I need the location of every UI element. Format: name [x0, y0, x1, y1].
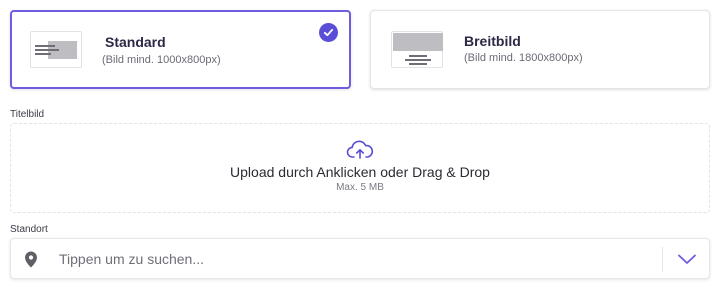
location-search-input[interactable] [59, 247, 649, 271]
format-option-standard[interactable]: Standard (Bild mind. 1000x800px) [10, 10, 351, 89]
map-pin-icon [24, 251, 38, 273]
cover-image-dropzone[interactable]: Upload durch Anklicken oder Drag & Drop … [10, 123, 710, 213]
chevron-down-icon [678, 254, 696, 264]
location-dropdown-toggle[interactable] [669, 245, 705, 273]
format-requirement: (Bild mind. 1000x800px) [102, 54, 221, 66]
location-select[interactable] [10, 238, 710, 279]
format-requirement: (Bild mind. 1800x800px) [464, 52, 583, 64]
upload-size-limit: Max. 5 MB [336, 182, 384, 193]
format-option-wide[interactable]: Breitbild (Bild mind. 1800x800px) [370, 10, 710, 89]
check-icon [319, 23, 338, 42]
standard-layout-thumbnail [30, 31, 82, 68]
select-divider [662, 247, 663, 272]
format-title: Standard [105, 34, 166, 50]
upload-instruction: Upload durch Anklicken oder Drag & Drop [230, 164, 490, 180]
format-title: Breitbild [464, 33, 521, 49]
cloud-upload-icon [346, 139, 374, 166]
wide-layout-thumbnail [391, 31, 443, 68]
location-label: Standort [10, 224, 48, 235]
cover-image-label: Titelbild [10, 109, 45, 120]
